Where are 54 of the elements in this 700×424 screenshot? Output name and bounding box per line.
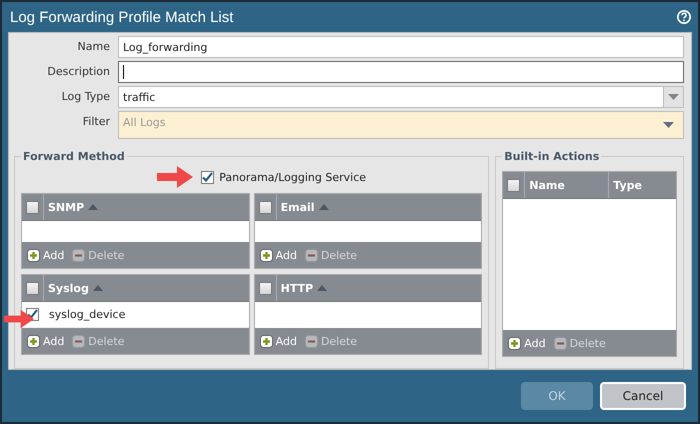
plus-icon — [260, 248, 273, 262]
plus-icon — [508, 336, 522, 350]
input-field[interactable]: Log_forwarding — [118, 36, 684, 58]
checkbox[interactable] — [507, 178, 520, 192]
column-header[interactable]: SNMP — [48, 200, 84, 214]
sort-icon — [92, 285, 103, 291]
add-button[interactable]: Add — [508, 336, 546, 350]
field-value: traffic — [123, 90, 156, 104]
plus-icon — [27, 334, 40, 348]
minus-icon — [72, 248, 86, 262]
column-header[interactable]: HTTP — [280, 282, 314, 294]
group-title: Built-in Actions — [503, 150, 600, 163]
add-button[interactable]: Add — [260, 334, 297, 348]
minus-icon — [554, 336, 567, 350]
add-button[interactable]: Add — [27, 248, 64, 262]
sort-icon — [88, 204, 98, 210]
placeholder-text: All Logs — [123, 116, 166, 129]
field-label: Filter — [82, 114, 111, 128]
checkbox-label: Panorama/Logging Service — [219, 170, 366, 184]
group-title: Forward Method — [22, 150, 126, 163]
minus-icon — [72, 334, 86, 348]
dropdown-icon — [668, 94, 679, 100]
filter-field[interactable]: All Logs — [118, 111, 684, 139]
plus-icon — [260, 334, 273, 348]
column-header[interactable]: Name — [529, 178, 565, 192]
checkbox[interactable] — [201, 170, 214, 184]
annotation-arrow — [4, 308, 34, 330]
checkbox[interactable] — [258, 200, 272, 214]
add-button[interactable]: Add — [260, 248, 297, 262]
field-label: Log Type — [60, 89, 111, 103]
input-field[interactable] — [118, 61, 684, 83]
column-header[interactable]: Type — [613, 178, 642, 192]
add-button[interactable]: Add — [27, 334, 64, 348]
column-header[interactable]: Syslog — [48, 282, 89, 294]
field-label: Name — [76, 39, 111, 53]
checkbox[interactable] — [258, 282, 272, 294]
sort-icon — [317, 285, 328, 291]
plus-icon — [27, 248, 40, 262]
checkbox[interactable] — [26, 200, 39, 214]
dropdown-field[interactable]: traffic — [118, 86, 684, 108]
field-label: Description — [46, 64, 111, 78]
annotation-arrow — [157, 166, 194, 188]
minus-icon — [304, 248, 318, 262]
help-icon[interactable] — [676, 9, 692, 25]
window-title: Log Forwarding Profile Match List — [10, 8, 234, 26]
sort-icon — [318, 204, 329, 210]
checkbox[interactable] — [26, 282, 39, 294]
dropdown-icon — [662, 122, 674, 128]
table-cell-text: syslog_device — [48, 308, 126, 321]
cancel-button[interactable]: Cancel — [600, 382, 686, 410]
text-cursor — [123, 65, 124, 79]
column-header[interactable]: Email — [280, 200, 315, 214]
minus-icon — [304, 334, 318, 348]
field-value: Log_forwarding — [123, 40, 208, 54]
